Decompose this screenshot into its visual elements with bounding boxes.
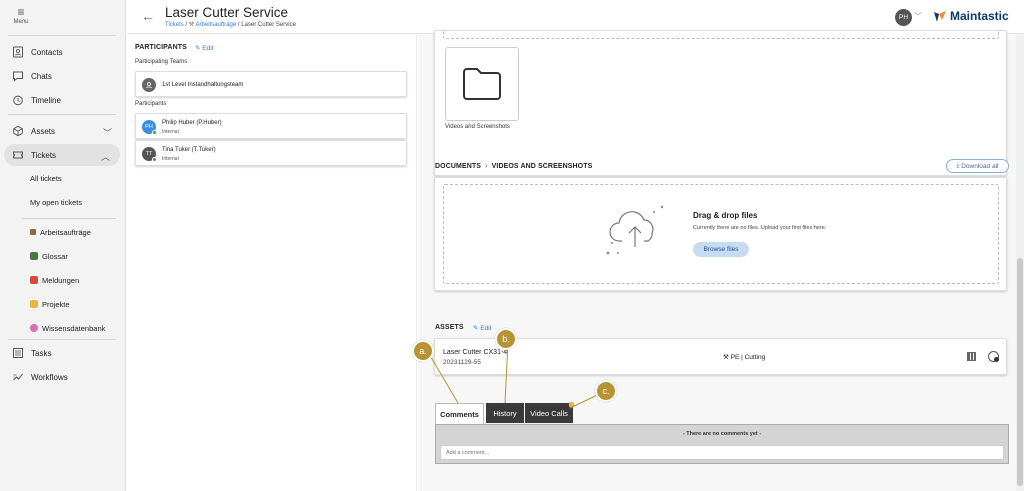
sidebar-category-projekte[interactable]: Projekte xyxy=(30,297,70,311)
sidebar: ≡ Menu Contacts Chats Timeline Assets ﹀ … xyxy=(0,0,126,491)
chevron-up-icon: ︿ xyxy=(100,152,110,162)
participants-label: Participants xyxy=(135,101,167,107)
breadcrumb-sep: / xyxy=(237,22,240,28)
participant-card[interactable]: TT Tina Tuker (T.Tuker) Internal xyxy=(135,140,407,166)
tool-icon: ⚒ xyxy=(188,22,195,28)
sidebar-item-workflows[interactable]: Workflows xyxy=(0,366,126,388)
category-label: Projekte xyxy=(42,299,70,309)
annotation-marker-b: b. xyxy=(495,328,517,350)
participant-name: Tina Tuker (T.Tuker) xyxy=(162,147,216,153)
back-arrow-icon[interactable]: ← xyxy=(141,8,155,24)
cube-icon xyxy=(11,124,25,138)
page-title: Laser Cutter Service xyxy=(165,5,289,20)
sidebar-sub-all-tickets[interactable]: All tickets xyxy=(30,171,62,185)
divider xyxy=(8,339,116,340)
online-status-dot xyxy=(152,157,157,162)
team-icon xyxy=(142,78,156,92)
tasks-icon xyxy=(11,346,25,360)
sidebar-category-wissensdatenbank[interactable]: Wissensdatenbank xyxy=(30,321,105,335)
divider xyxy=(8,35,116,36)
online-status-dot xyxy=(152,130,157,135)
breadcrumb-sep: / xyxy=(185,22,188,28)
sidebar-item-label: Tickets xyxy=(31,150,57,160)
sidebar-item-assets[interactable]: Assets ﹀ xyxy=(0,120,126,142)
sidebar-category-glossar[interactable]: Glossar xyxy=(30,249,68,263)
sidebar-item-label: Assets xyxy=(31,126,56,136)
tool-icon xyxy=(30,229,36,235)
sidebar-item-contacts[interactable]: Contacts xyxy=(0,41,126,63)
divider xyxy=(8,114,116,115)
sidebar-item-label: Timeline xyxy=(31,95,61,105)
chat-icon xyxy=(11,69,25,83)
sidebar-item-chats[interactable]: Chats xyxy=(0,65,126,87)
sidebar-item-label: Tasks xyxy=(31,348,52,358)
annotation-marker-c: c. xyxy=(595,380,617,402)
breadcrumb-current: Laser Cutter Service xyxy=(241,22,296,28)
category-label: Wissensdatenbank xyxy=(42,323,106,333)
annotation-marker-a: a. xyxy=(412,340,434,362)
participant-role: Internal xyxy=(162,156,179,162)
participants-heading: PARTICIPANTS xyxy=(135,44,187,51)
participant-role: Internal xyxy=(162,129,179,135)
participant-card[interactable]: PH Philip Huber (P.Huber) Internal xyxy=(135,113,407,139)
maintastic-logo-icon xyxy=(934,11,946,22)
menu-label: Menu xyxy=(13,19,29,25)
scrollbar-thumb[interactable] xyxy=(1017,258,1023,486)
pencil-icon: ✎ xyxy=(195,45,201,52)
sidebar-category-arbeitsauftraege[interactable]: Arbeitsaufträge xyxy=(30,225,91,239)
sidebar-item-timeline[interactable]: Timeline xyxy=(0,89,126,111)
category-label: Meldungen xyxy=(42,275,80,285)
teams-label: Participating Teams xyxy=(135,59,188,65)
sidebar-item-label: Contacts xyxy=(31,47,63,57)
chevron-down-icon: ﹀ xyxy=(102,128,112,138)
annotation-lines xyxy=(427,341,607,409)
category-label: Arbeitsaufträge xyxy=(40,227,91,237)
sidebar-item-tasks[interactable]: Tasks xyxy=(0,342,126,364)
logo-text: Maintastic xyxy=(950,9,1009,23)
sidebar-item-tickets[interactable]: Tickets ︿ xyxy=(4,144,120,166)
participant-name: Philip Huber (P.Huber) xyxy=(162,120,222,126)
sidebar-item-label: Chats xyxy=(31,71,52,81)
sidebar-sub-my-open-tickets[interactable]: My open tickets xyxy=(30,195,82,209)
hamburger-icon: ≡ xyxy=(17,5,25,19)
sidebar-item-label: Workflows xyxy=(31,372,68,382)
folder-icon xyxy=(30,300,38,308)
participants-panel: PARTICIPANTS ✎ Edit Participating Teams … xyxy=(127,34,417,491)
team-name: 1st Level Instandhaltungsteam xyxy=(162,82,244,88)
sidebar-category-meldungen[interactable]: Meldungen xyxy=(30,273,79,287)
workflow-icon xyxy=(11,370,25,384)
participants-edit-button[interactable]: ✎ Edit xyxy=(195,44,213,52)
breadcrumb-tickets[interactable]: Tickets xyxy=(165,22,184,28)
breadcrumb: Tickets / ⚒ Arbeitsaufträge / Laser Cutt… xyxy=(165,21,296,28)
team-card[interactable]: 1st Level Instandhaltungsteam xyxy=(135,71,407,97)
chevron-down-icon[interactable]: ﹀ xyxy=(914,11,922,22)
book-icon xyxy=(30,252,38,260)
user-avatar[interactable]: PH xyxy=(895,9,912,26)
contacts-icon xyxy=(11,45,25,59)
category-label: Glossar xyxy=(42,251,68,261)
ticket-icon xyxy=(11,148,25,162)
main-content: Videos and Screenshots DOCUMENTS › VIDEO… xyxy=(412,29,1016,491)
divider xyxy=(22,218,116,219)
megaphone-icon xyxy=(30,276,38,284)
edit-label: Edit xyxy=(202,45,214,52)
menu-button[interactable]: ≡ Menu xyxy=(0,6,42,25)
breadcrumb-arbeitsauftraege[interactable]: Arbeitsaufträge xyxy=(196,22,237,28)
brain-icon xyxy=(30,324,38,332)
logo: Maintastic xyxy=(933,9,1009,23)
clock-icon xyxy=(11,93,25,107)
